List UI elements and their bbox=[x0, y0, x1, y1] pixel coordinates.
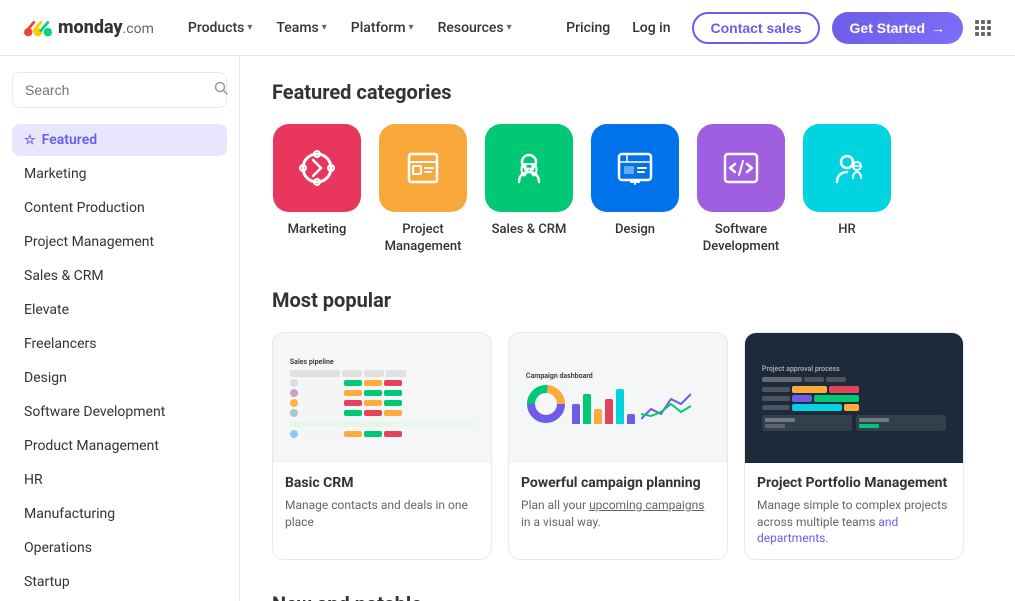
category-card-software-development[interactable]: SoftwareDevelopment bbox=[696, 124, 786, 256]
contact-sales-button[interactable]: Contact sales bbox=[692, 12, 819, 44]
category-label-design: Design bbox=[615, 222, 655, 239]
sidebar: ☆ Featured Marketing Content Production … bbox=[0, 56, 240, 601]
card-desc-basic-crm: Manage contacts and deals in one place bbox=[285, 497, 479, 531]
category-card-marketing[interactable]: Marketing bbox=[272, 124, 362, 256]
card-title-basic-crm: Basic CRM bbox=[285, 475, 479, 491]
search-input[interactable] bbox=[25, 82, 206, 98]
sidebar-item-operations[interactable]: Operations bbox=[12, 532, 227, 564]
sidebar-item-sales-crm[interactable]: Sales & CRM bbox=[12, 260, 227, 292]
arrow-right-icon: → bbox=[931, 20, 945, 36]
header-right: Pricing Log in Contact sales Get Started… bbox=[566, 12, 991, 44]
sidebar-item-project-management[interactable]: Project Management bbox=[12, 226, 227, 258]
category-label-software-development: SoftwareDevelopment bbox=[703, 222, 780, 256]
header-left: monday.com Products ▾ Teams ▾ Platform ▾… bbox=[24, 14, 522, 42]
main-layout: ☆ Featured Marketing Content Production … bbox=[0, 56, 1015, 601]
category-label-marketing: Marketing bbox=[288, 222, 347, 239]
nav-resources[interactable]: Resources ▾ bbox=[428, 14, 522, 42]
sidebar-item-design[interactable]: Design bbox=[12, 362, 227, 394]
logo-text: monday.com bbox=[58, 17, 154, 38]
logo-icon bbox=[24, 18, 52, 38]
search-icon bbox=[214, 81, 228, 99]
card-body-basic-crm: Basic CRM Manage contacts and deals in o… bbox=[273, 463, 491, 543]
search-box[interactable] bbox=[12, 72, 227, 108]
chevron-down-icon: ▾ bbox=[507, 22, 512, 33]
login-button[interactable]: Log in bbox=[622, 14, 680, 42]
sidebar-item-elevate[interactable]: Elevate bbox=[12, 294, 227, 326]
sidebar-item-content-production[interactable]: Content Production bbox=[12, 192, 227, 224]
sidebar-item-software-development[interactable]: Software Development bbox=[12, 396, 227, 428]
category-icon-design bbox=[591, 124, 679, 212]
popular-card-basic-crm[interactable]: Sales pipeline bbox=[272, 332, 492, 560]
nav-teams[interactable]: Teams ▾ bbox=[266, 14, 336, 42]
category-label-hr: HR bbox=[838, 222, 855, 239]
nav-products[interactable]: Products ▾ bbox=[178, 14, 263, 42]
main-nav: Products ▾ Teams ▾ Platform ▾ Resources … bbox=[178, 14, 522, 42]
sidebar-item-freelancers[interactable]: Freelancers bbox=[12, 328, 227, 360]
sidebar-item-featured[interactable]: ☆ Featured bbox=[12, 124, 227, 156]
popular-grid: Sales pipeline bbox=[272, 332, 983, 560]
popular-card-portfolio[interactable]: Project approval process bbox=[744, 332, 964, 560]
apps-grid-icon[interactable] bbox=[975, 20, 991, 36]
get-started-button[interactable]: Get Started → bbox=[832, 12, 963, 44]
header: monday.com Products ▾ Teams ▾ Platform ▾… bbox=[0, 0, 1015, 56]
featured-categories-title: Featured categories bbox=[272, 80, 983, 104]
card-title-campaign: Powerful campaign planning bbox=[521, 475, 715, 491]
card-preview-basic-crm: Sales pipeline bbox=[273, 333, 491, 463]
chevron-down-icon: ▾ bbox=[409, 22, 414, 33]
logo[interactable]: monday.com bbox=[24, 17, 154, 38]
main-content: Featured categories Marketing bbox=[240, 56, 1015, 601]
category-card-design[interactable]: Design bbox=[590, 124, 680, 256]
category-icon-project-management bbox=[379, 124, 467, 212]
new-notable-title: New and notable bbox=[272, 592, 983, 601]
category-icon-sales-crm bbox=[485, 124, 573, 212]
star-icon: ☆ bbox=[24, 133, 36, 148]
most-popular-title: Most popular bbox=[272, 288, 983, 312]
chevron-down-icon: ▾ bbox=[247, 22, 252, 33]
category-card-project-management[interactable]: ProjectManagement bbox=[378, 124, 468, 256]
sidebar-item-hr[interactable]: HR bbox=[12, 464, 227, 496]
card-desc-portfolio: Manage simple to complex projects across… bbox=[757, 497, 951, 547]
sidebar-item-manufacturing[interactable]: Manufacturing bbox=[12, 498, 227, 530]
sidebar-item-startup[interactable]: Startup bbox=[12, 566, 227, 598]
card-desc-campaign: Plan all your upcoming campaigns in a vi… bbox=[521, 497, 715, 531]
category-card-hr[interactable]: HR bbox=[802, 124, 892, 256]
category-label-sales-crm: Sales & CRM bbox=[492, 222, 567, 239]
sidebar-item-marketing[interactable]: Marketing bbox=[12, 158, 227, 190]
card-preview-portfolio: Project approval process bbox=[745, 333, 963, 463]
chevron-down-icon: ▾ bbox=[322, 22, 327, 33]
category-icon-hr bbox=[803, 124, 891, 212]
card-body-portfolio: Project Portfolio Management Manage simp… bbox=[745, 463, 963, 559]
category-card-sales-crm[interactable]: Sales & CRM bbox=[484, 124, 574, 256]
card-body-campaign: Powerful campaign planning Plan all your… bbox=[509, 463, 727, 543]
pricing-link[interactable]: Pricing bbox=[566, 20, 610, 36]
nav-platform[interactable]: Platform ▾ bbox=[341, 14, 424, 42]
sidebar-item-product-management[interactable]: Product Management bbox=[12, 430, 227, 462]
card-preview-campaign: Campaign dashboard bbox=[509, 333, 727, 463]
category-label-project-management: ProjectManagement bbox=[385, 222, 462, 256]
category-icon-marketing bbox=[273, 124, 361, 212]
popular-card-campaign[interactable]: Campaign dashboard bbox=[508, 332, 728, 560]
category-icon-software-development bbox=[697, 124, 785, 212]
categories-grid: Marketing ProjectManagement bbox=[272, 124, 983, 256]
card-link-portfolio[interactable]: and departments. bbox=[757, 515, 898, 546]
card-title-portfolio: Project Portfolio Management bbox=[757, 475, 951, 491]
